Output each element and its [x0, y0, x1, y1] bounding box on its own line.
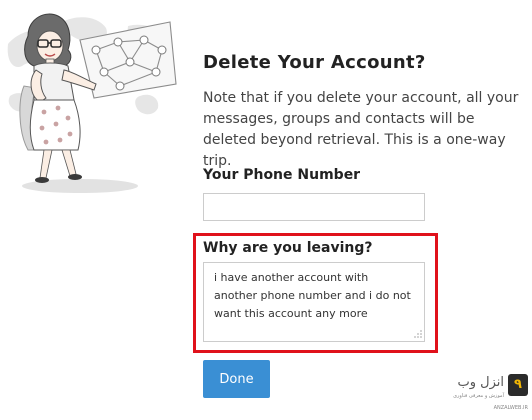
watermark-url: ANZALWEB.IR: [493, 405, 528, 411]
watermark-title: انزل وب: [457, 375, 505, 390]
watermark-logo-icon: ۹: [508, 374, 528, 396]
phone-number-label: Your Phone Number: [203, 167, 361, 183]
leaving-reason-label: Why are you leaving?: [203, 240, 373, 256]
warning-note: Note that if you delete your account, al…: [203, 90, 519, 169]
watermark-subtitle: آموزش و معرفی فناوری: [453, 393, 504, 399]
woman-network-illustration: [7, 13, 177, 193]
phone-number-input[interactable]: [203, 193, 425, 221]
resize-grip-icon[interactable]: [413, 329, 423, 339]
delete-account-page: Delete Your Account? Note that if you de…: [0, 0, 532, 420]
leaving-reason-textarea[interactable]: i have another account with another phon…: [203, 262, 425, 342]
done-button[interactable]: Done: [203, 360, 270, 398]
page-title: Delete Your Account?: [203, 52, 426, 73]
site-watermark: ۹ انزل وب آموزش و معرفی فناوری ANZALWEB.…: [432, 372, 530, 416]
